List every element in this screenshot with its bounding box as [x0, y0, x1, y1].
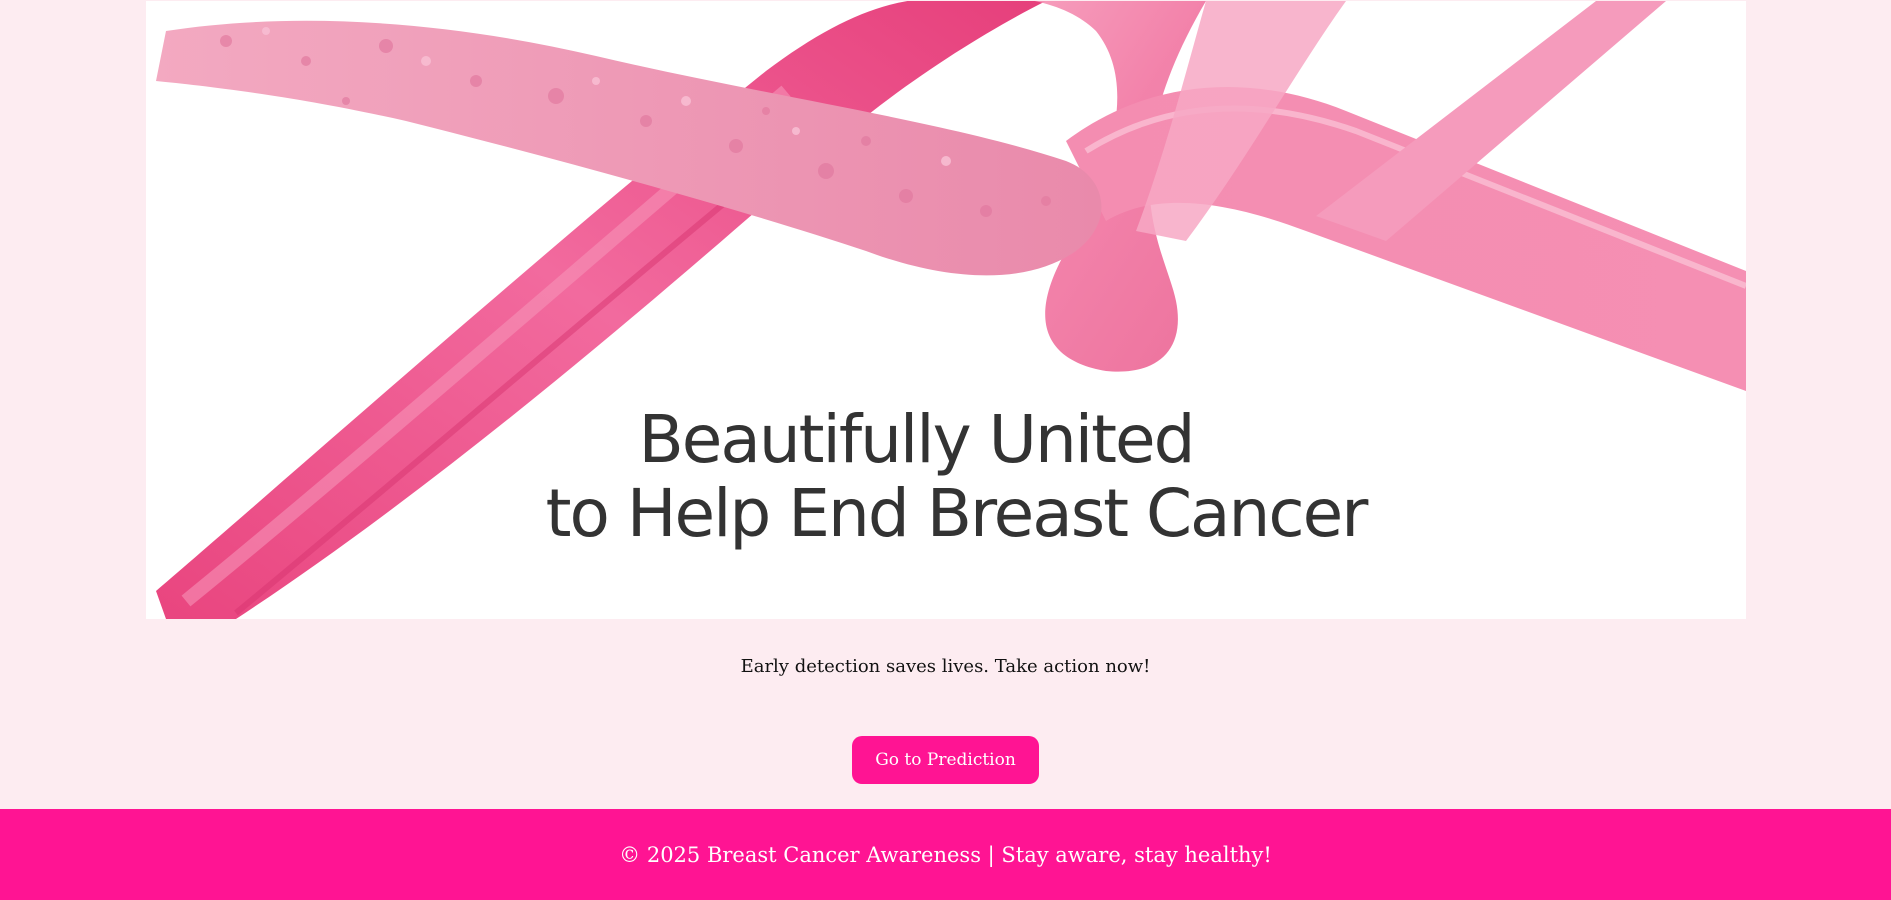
tagline: Early detection saves lives. Take action… [740, 656, 1151, 677]
hero-headline-line2: to Help End Breast Cancer [545, 474, 1369, 552]
go-to-prediction-button[interactable]: Go to Prediction [852, 736, 1039, 784]
page: Beautifully United to Help End Breast Ca… [0, 0, 1891, 900]
hero-headline-line1: Beautifully United [638, 401, 1195, 478]
hero-banner: Beautifully United to Help End Breast Ca… [146, 1, 1746, 619]
footer-text: © 2025 Breast Cancer Awareness | Stay aw… [619, 842, 1272, 867]
hero-headline: Beautifully United to Help End Breast Ca… [146, 403, 1746, 551]
footer: © 2025 Breast Cancer Awareness | Stay aw… [0, 809, 1891, 900]
